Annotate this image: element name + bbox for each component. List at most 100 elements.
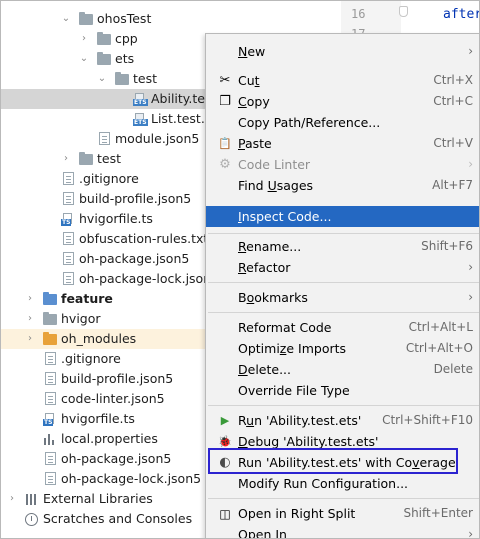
- menu-find-usages[interactable]: Find Usages Alt+F7: [206, 175, 479, 196]
- paste-icon: 📋: [218, 137, 232, 150]
- menu-label: Code Linter: [238, 157, 311, 172]
- fold-marker-icon[interactable]: [399, 6, 408, 17]
- menu-rename[interactable]: Rename... Shift+F6: [206, 236, 479, 257]
- chevron-down-icon[interactable]: ⌄: [79, 49, 89, 69]
- chevron-right-icon[interactable]: ›: [25, 329, 35, 349]
- json-file-icon: [45, 392, 56, 405]
- menu-modify-run-config[interactable]: Modify Run Configuration...: [206, 473, 479, 494]
- menu-reformat-code[interactable]: Reformat Code Ctrl+Alt+L: [206, 317, 479, 338]
- debug-icon: 🐞: [218, 435, 232, 448]
- menu-bookmarks[interactable]: Bookmarks ›: [206, 287, 479, 308]
- menu-shortcut: Ctrl+Shift+F10: [382, 413, 473, 427]
- menu-separator: [208, 233, 479, 234]
- menu-override-file-type[interactable]: Override File Type: [206, 380, 479, 401]
- menu-run-with-coverage[interactable]: ◐ Run 'Ability.test.ets' with Coverage: [206, 452, 479, 473]
- chevron-right-icon[interactable]: ›: [79, 29, 89, 49]
- tree-label: Scratches and Consoles: [43, 511, 193, 526]
- submenu-arrow-icon: ›: [468, 157, 473, 171]
- menu-copy-path[interactable]: Copy Path/Reference...: [206, 112, 479, 133]
- submenu-arrow-icon: ›: [468, 290, 473, 304]
- menu-label: Reformat Code: [238, 320, 332, 335]
- json-file-icon: [63, 272, 74, 285]
- text-file-icon: [63, 232, 74, 245]
- menu-label: Run 'Ability.test.ets': [238, 413, 362, 428]
- menu-label: Find Usages: [238, 178, 314, 193]
- tree-label: cpp: [115, 31, 138, 46]
- json-file-icon: [99, 132, 110, 145]
- tree-label: ets: [115, 51, 135, 66]
- menu-new[interactable]: New ›: [206, 41, 479, 62]
- folder-icon: [79, 152, 93, 165]
- tree-label: test: [97, 151, 122, 166]
- coverage-icon: ◐: [219, 455, 231, 470]
- menu-inspect-code[interactable]: Inspect Code...: [206, 206, 479, 227]
- chevron-down-icon[interactable]: ⌄: [61, 9, 71, 29]
- menu-refactor[interactable]: Refactor ›: [206, 257, 479, 278]
- tree-label: hvigorfile.ts: [61, 411, 135, 426]
- context-menu: New › ✂ Cut Ctrl+X ❐ Copy Ctrl+C Copy Pa…: [205, 33, 479, 539]
- tree-label: oh-package-lock.json5: [61, 471, 202, 486]
- ets-file-icon: ETS: [133, 113, 148, 126]
- menu-cut[interactable]: ✂ Cut Ctrl+X: [206, 70, 479, 91]
- file-icon: [63, 172, 74, 185]
- module-folder-icon: [43, 292, 57, 305]
- submenu-arrow-icon: ›: [468, 260, 473, 274]
- tree-label: hvigor: [61, 311, 101, 326]
- tree-label: feature: [61, 291, 113, 306]
- scratches-icon: [25, 513, 38, 526]
- chevron-right-icon[interactable]: ›: [25, 289, 35, 309]
- menu-shortcut: Shift+F6: [421, 239, 473, 253]
- tree-label: ohosTest: [97, 11, 152, 26]
- tree-row-ohostest[interactable]: ⌄ ohosTest: [1, 9, 341, 29]
- menu-label: Run 'Ability.test.ets' with Coverage: [238, 455, 456, 470]
- tree-label: .gitignore: [79, 171, 139, 186]
- menu-label: Debug 'Ability.test.ets': [238, 434, 379, 449]
- tree-label: .gitignore: [61, 351, 121, 366]
- folder-icon: [115, 72, 129, 85]
- json-file-icon: [63, 252, 74, 265]
- json-file-icon: [63, 192, 74, 205]
- menu-open-right-split[interactable]: ◫ Open in Right Split Shift+Enter: [206, 503, 479, 524]
- tree-label: build-profile.json5: [61, 371, 174, 386]
- run-icon: ▶: [220, 414, 230, 427]
- folder-icon: [97, 52, 111, 65]
- menu-shortcut: Ctrl+V: [433, 136, 473, 150]
- tree-label: oh-package.json5: [79, 251, 190, 266]
- menu-run[interactable]: ▶ Run 'Ability.test.ets' Ctrl+Shift+F10: [206, 410, 479, 431]
- menu-paste[interactable]: 📋 Paste Ctrl+V: [206, 133, 479, 154]
- menu-open-in[interactable]: Open In ›: [206, 524, 479, 539]
- code-line: after: [443, 7, 480, 22]
- menu-optimize-imports[interactable]: Optimize Imports Ctrl+Alt+O: [206, 338, 479, 359]
- tree-label: oh-package.json5: [61, 451, 172, 466]
- menu-debug[interactable]: 🐞 Debug 'Ability.test.ets': [206, 431, 479, 452]
- cut-icon: ✂: [219, 73, 231, 88]
- menu-label: Cut: [238, 73, 260, 88]
- menu-code-linter[interactable]: ⚙ Code Linter ›: [206, 154, 479, 175]
- tree-label: test: [133, 71, 158, 86]
- chevron-right-icon[interactable]: ›: [61, 149, 71, 169]
- menu-delete[interactable]: Delete... Delete: [206, 359, 479, 380]
- ts-file-icon: TS: [43, 413, 57, 426]
- menu-label: Open In: [238, 527, 287, 539]
- menu-label: Inspect Code...: [238, 209, 332, 224]
- chevron-down-icon[interactable]: ⌄: [97, 69, 107, 89]
- json-file-icon: [45, 372, 56, 385]
- line-number: 16: [351, 7, 366, 21]
- menu-copy[interactable]: ❐ Copy Ctrl+C: [206, 91, 479, 112]
- menu-separator: [208, 282, 479, 283]
- ets-file-icon: ETS: [133, 93, 148, 106]
- properties-file-icon: [43, 433, 57, 445]
- chevron-right-icon[interactable]: ›: [25, 309, 35, 329]
- excluded-folder-icon: [43, 332, 57, 345]
- tree-label: code-linter.json5: [61, 391, 165, 406]
- menu-shortcut: Ctrl+Alt+L: [408, 320, 473, 334]
- chevron-right-icon[interactable]: ›: [7, 489, 17, 509]
- menu-label: New: [238, 44, 266, 59]
- tree-label: obfuscation-rules.txt: [79, 231, 209, 246]
- menu-label: Delete...: [238, 362, 292, 377]
- menu-shortcut: Ctrl+Alt+O: [405, 341, 473, 355]
- menu-shortcut: Ctrl+C: [433, 94, 473, 108]
- menu-shortcut: Shift+Enter: [403, 506, 473, 520]
- menu-label: Copy: [238, 94, 270, 109]
- menu-separator: [208, 312, 479, 313]
